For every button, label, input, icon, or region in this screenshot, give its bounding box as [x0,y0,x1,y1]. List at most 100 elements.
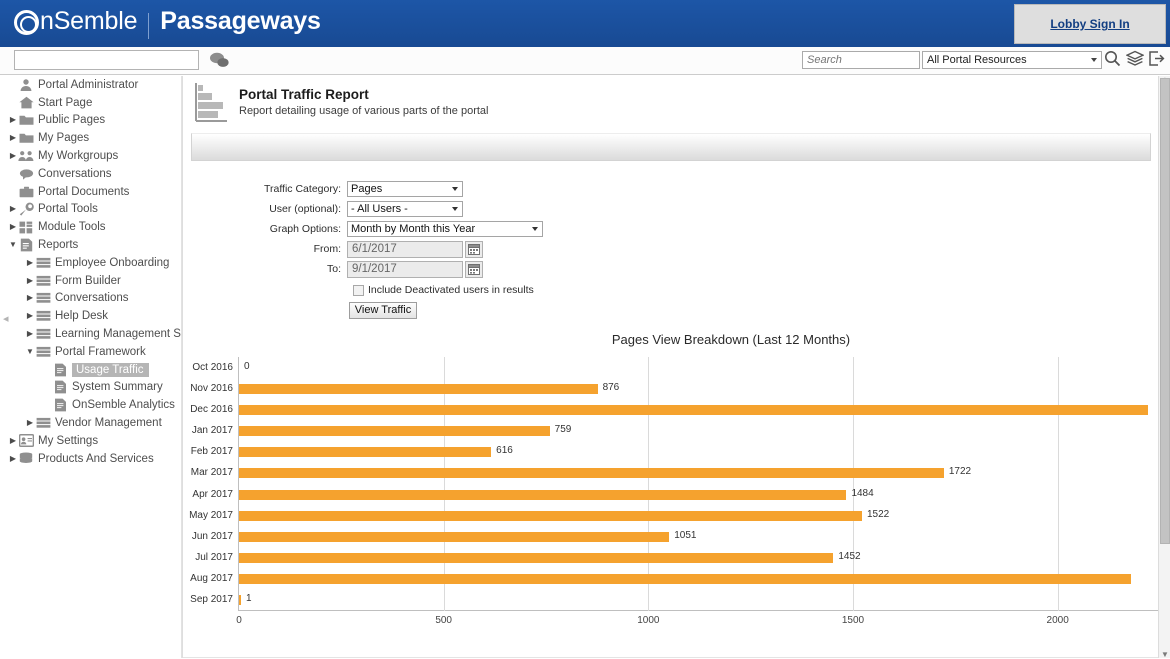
sidebar-item-my-pages[interactable]: ▶ My Pages [0,129,182,147]
resource-scope-value: All Portal Resources [927,54,1027,66]
settings-card-icon [18,434,34,448]
chart-gridline [1057,357,1059,611]
logout-icon[interactable] [1148,50,1167,70]
twisty-collapsed-icon[interactable]: ▶ [25,329,35,339]
twisty-collapsed-icon[interactable]: ▶ [8,133,18,143]
search-icon[interactable] [1104,50,1123,70]
sidebar-collapse-button[interactable]: ◂ [3,312,9,325]
twisty-collapsed-icon[interactable]: ▶ [8,436,18,446]
sidebar-item-portal-framework[interactable]: ▼ Portal Framework [0,343,182,361]
stack-icon [35,274,51,288]
traffic-category-label: Traffic Category: [263,182,341,195]
sidebar-item-label: Help Desk [55,310,109,323]
sidebar-item-label: Portal Tools [38,203,98,216]
twisty-collapsed-icon[interactable]: ▶ [25,276,35,286]
twisty-collapsed-icon[interactable]: ▶ [8,115,18,125]
sidebar-item-label: System Summary [72,381,163,394]
sidebar-item-onsemble-analytics[interactable]: OnSemble Analytics [0,396,182,414]
to-calendar-icon[interactable] [465,260,483,278]
search-input[interactable] [802,51,920,69]
sidebar-nav-tree[interactable]: Portal Administrator Start Page ▶ Public Pa… [0,76,182,658]
from-date-input[interactable]: 6/1/2017 [347,240,463,258]
sidebar-item-usage-traffic[interactable]: Usage Traffic [0,361,182,379]
chat-bubbles-icon[interactable] [208,51,230,69]
chart-bar [239,595,241,606]
twisty-collapsed-icon[interactable]: ▶ [8,151,18,161]
sidebar-item-module-tools[interactable]: ▶ Module Tools [0,218,182,236]
twisty-collapsed-icon[interactable]: ▶ [25,258,35,268]
quick-search-input[interactable] [14,50,199,70]
chart-title: Pages View Breakdown (Last 12 Months) [611,332,851,347]
bar-chart-icon [189,80,233,126]
twisty-expanded-icon[interactable]: ▼ [25,347,35,357]
twisty-collapsed-icon[interactable]: ▶ [8,222,18,232]
twisty-collapsed-icon[interactable]: ▶ [8,454,18,464]
sidebar-item-my-workgroups[interactable]: ▶ My Workgroups [0,147,182,165]
sidebar-item-system-summary[interactable]: System Summary [0,379,182,397]
sidebar-item-conversations[interactable]: Conversations [0,165,182,183]
user-select[interactable]: - All Users - [347,200,463,217]
pages-view-breakdown-chart: Pages View Breakdown (Last 12 Months) 0 5… [183,332,1159,658]
from-calendar-icon[interactable] [465,240,483,258]
chart-bar-value-label: 1051 [674,529,697,541]
stack-icon [35,256,51,270]
twisty-expanded-icon[interactable]: ▼ [8,240,18,250]
conversation-icon [18,167,34,181]
stack-icon [35,345,51,359]
resource-scope-select[interactable]: All Portal Resources [922,51,1102,69]
sidebar-item-vendor-management[interactable]: ▶ Vendor Management [0,414,182,432]
to-date-input[interactable]: 9/1/2017 [347,260,463,278]
sidebar-item-employee-onboarding[interactable]: ▶ Employee Onboarding [0,254,182,272]
sidebar-item-label: Portal Documents [38,185,130,198]
sidebar-item-label: Learning Management System [55,328,182,341]
twisty-collapsed-icon[interactable]: ▶ [25,418,35,428]
chart-bar [239,553,834,564]
sidebar-item-learning-management-system[interactable]: ▶ Learning Management System [0,325,182,343]
sidebar-item-help-desk[interactable]: ▶ Help Desk [0,307,182,325]
sidebar-item-label: Public Pages [38,114,106,127]
graph-options-select[interactable]: Month by Month this Year [347,220,543,237]
chart-bar-value-label: 1722 [948,466,972,478]
chart-bar [239,404,1148,415]
sidebar-item-portal-tools[interactable]: ▶ Portal Tools [0,201,182,219]
traffic-category-select[interactable]: Pages [347,180,463,197]
page-icon [52,380,68,394]
chart-bar-value-label: 1 [246,593,252,605]
sidebar-item-products-and-services[interactable]: ▶ Products And Services [0,450,182,468]
chart-category-label: Sep 2017 [190,594,233,606]
lobby-sign-in-button[interactable]: Lobby Sign In [1014,4,1166,44]
twisty-collapsed-icon[interactable]: ▶ [8,204,18,214]
sidebar-item-reports[interactable]: ▼ Reports [0,236,182,254]
include-deactivated-checkbox[interactable] [353,284,364,296]
toolbar-row: All Portal Resources [0,47,1170,75]
page-scrollbar[interactable]: ▲ ▼ [1158,75,1170,659]
page-subtitle: Report detailing usage of various parts … [239,105,489,117]
sidebar-item-form-builder[interactable]: ▶ Form Builder [0,272,182,290]
sidebar-item-portal-documents[interactable]: Portal Documents [0,183,182,201]
sidebar-item-start-page[interactable]: Start Page [0,94,182,112]
sidebar-item-portal-administrator[interactable]: Portal Administrator [0,76,182,94]
chevron-down-icon [452,186,458,191]
twisty-collapsed-icon[interactable]: ▶ [25,311,35,321]
graph-options-row: Graph Options: Month by Month this Year [183,220,1159,237]
chart-bar-value-label: 876 [602,381,620,393]
include-deactivated-label: Include Deactivated users in results [368,284,534,297]
scrollbar-thumb[interactable] [1160,78,1170,544]
chart-category-label: Jul 2017 [195,552,233,564]
stack-icon [35,416,51,430]
chart-bar [239,383,598,394]
layers-icon[interactable] [1126,50,1145,70]
sidebar-item-label: Start Page [38,96,93,109]
group-icon [18,149,34,163]
view-traffic-button[interactable]: View Traffic [349,301,417,319]
home-icon [18,96,34,110]
folder-icon [18,131,34,145]
twisty-collapsed-icon[interactable]: ▶ [25,293,35,303]
chart-bar-value-label: 0 [244,360,250,372]
report-header: Portal Traffic Report Report detailing u… [183,76,1159,133]
traffic-category-row: Traffic Category: Pages [183,180,1159,197]
sidebar-item-label: My Pages [38,132,90,145]
sidebar-item-my-settings[interactable]: ▶ My Settings [0,432,182,450]
sidebar-item-public-pages[interactable]: ▶ Public Pages [0,112,182,130]
sidebar-item-conversations[interactable]: ▶ Conversations [0,290,182,308]
